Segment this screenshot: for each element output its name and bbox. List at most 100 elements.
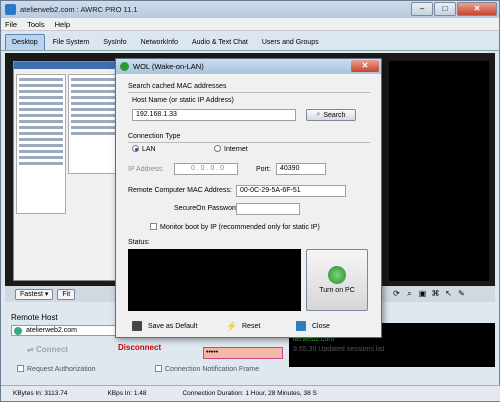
remote-dark-area bbox=[389, 61, 489, 281]
refresh-icon[interactable]: ⟳ bbox=[391, 288, 402, 299]
menu-help[interactable]: Help bbox=[55, 20, 70, 29]
host-name-label: Host Name (or static IP Address) bbox=[132, 97, 234, 104]
remote-window-titlebar bbox=[14, 62, 120, 69]
app-icon bbox=[5, 4, 16, 15]
status-output bbox=[128, 249, 301, 311]
secureon-label: SecureOn Password: bbox=[174, 205, 241, 212]
remote-host-input[interactable]: atelierweb2.com bbox=[11, 325, 126, 336]
turn-on-label: Turn on PC bbox=[319, 287, 355, 294]
quality-value: Fastest bbox=[20, 290, 43, 298]
title-bar: atelierweb2.com : AWRC PRO 11.1 – □ ✕ bbox=[1, 1, 499, 18]
checkbox-icon bbox=[17, 365, 24, 372]
mac-address-label: Remote Computer MAC Address: bbox=[128, 187, 232, 194]
connection-duration: Connection Duration: 1 Hour, 28 Minutes,… bbox=[182, 390, 317, 397]
tab-sysinfo[interactable]: SysInfo bbox=[97, 35, 132, 50]
checkbox-icon bbox=[150, 223, 157, 230]
notification-frame-label: Connection Notification Frame bbox=[165, 366, 260, 373]
notification-frame-checkbox[interactable]: Connection Notification Frame bbox=[155, 365, 259, 373]
lan-label: LAN bbox=[142, 146, 156, 153]
menu-bar: File Tools Help bbox=[1, 18, 499, 31]
secureon-input[interactable] bbox=[236, 203, 300, 215]
tab-users-groups[interactable]: Users and Groups bbox=[256, 35, 325, 50]
connection-type-label: Connection Type bbox=[128, 133, 181, 140]
port-label: Port: bbox=[256, 166, 271, 173]
disconnect-label: Disconnect bbox=[118, 343, 162, 352]
checkbox-icon bbox=[155, 365, 162, 372]
globe-icon bbox=[14, 327, 22, 335]
wol-title: WOL (Wake-on-LAN) bbox=[133, 62, 204, 71]
request-authorization-label: Request Authorization bbox=[27, 366, 96, 373]
quality-select[interactable]: Fastest ▾ bbox=[15, 288, 54, 300]
reset-button[interactable]: ⚡ Reset bbox=[226, 321, 260, 331]
viewer-tool-icons: ⟳ ⌕ ▣ ⌘ ↖ ✎ bbox=[389, 288, 467, 299]
ip-address-input[interactable]: 0 . 0 . 0 . 0 bbox=[174, 163, 238, 175]
exit-icon bbox=[296, 321, 306, 331]
cursor-icon[interactable]: ↖ bbox=[443, 288, 454, 299]
disconnect-button[interactable]: Disconnect bbox=[118, 343, 161, 352]
divider bbox=[128, 142, 370, 143]
ip-address-label: IP Address: bbox=[128, 166, 164, 173]
wol-icon bbox=[120, 62, 129, 71]
tab-file-system[interactable]: File System bbox=[47, 35, 96, 50]
kbytes-in: KBytes In: 3113.74 bbox=[13, 390, 68, 397]
status-label: Status: bbox=[128, 239, 150, 246]
close-label: Close bbox=[312, 322, 330, 330]
ctrl-alt-del-icon[interactable]: ⌘ bbox=[430, 288, 441, 299]
tab-desktop[interactable]: Desktop bbox=[5, 34, 45, 50]
remote-tree-pane bbox=[16, 74, 66, 214]
connect-button[interactable]: ⇌ Connect bbox=[27, 345, 68, 354]
connect-label: Connect bbox=[35, 345, 68, 354]
zoom-icon[interactable]: ⌕ bbox=[404, 288, 415, 299]
minimize-button[interactable]: – bbox=[411, 2, 433, 16]
host-name-input[interactable]: 192.168.1.33 bbox=[132, 109, 296, 121]
chat-icon[interactable]: ✎ bbox=[456, 288, 467, 299]
mac-address-input[interactable]: 00-0C-29-5A-6F-51 bbox=[236, 185, 346, 197]
save-default-button[interactable]: Save as Default bbox=[132, 321, 197, 331]
menu-tools[interactable]: Tools bbox=[27, 20, 45, 29]
tab-audio-text-chat[interactable]: Audio & Text Chat bbox=[186, 35, 254, 50]
power-icon bbox=[328, 266, 346, 284]
maximize-button[interactable]: □ bbox=[434, 2, 456, 16]
search-label: Search bbox=[323, 111, 346, 119]
capture-icon[interactable]: ▣ bbox=[417, 288, 428, 299]
monitor-boot-label: Monitor boot by IP (recommended only for… bbox=[160, 224, 320, 231]
search-button[interactable]: ⌕ Search bbox=[306, 109, 356, 121]
window-controls: – □ ✕ bbox=[410, 2, 497, 16]
password-field[interactable]: ••••• bbox=[203, 347, 283, 359]
internet-label: Internet bbox=[224, 146, 248, 153]
tab-networkinfo[interactable]: NetworkInfo bbox=[135, 35, 184, 50]
wol-titlebar: WOL (Wake-on-LAN) ✕ bbox=[116, 59, 381, 74]
remote-list-pane bbox=[68, 74, 118, 174]
search-cached-label: Search cached MAC addresses bbox=[128, 83, 227, 90]
save-default-label: Save as Default bbox=[148, 322, 198, 330]
connect-icon: ⇌ bbox=[27, 345, 36, 354]
fit-label: Fit bbox=[62, 290, 71, 298]
port-input[interactable]: 40390 bbox=[276, 163, 326, 175]
divider bbox=[128, 92, 370, 93]
remote-host-label: Remote Host bbox=[11, 313, 58, 322]
reset-label: Reset bbox=[242, 322, 261, 330]
internet-radio[interactable]: Internet bbox=[214, 145, 248, 153]
wol-close-button[interactable]: ✕ bbox=[351, 60, 379, 72]
status-bar: KBytes In: 3113.74 KBps In: 1.48 Connect… bbox=[1, 385, 500, 401]
radio-selected-icon bbox=[132, 145, 139, 152]
log-line: 9.55.30 Updated sessions list bbox=[293, 346, 385, 353]
tab-bar: Desktop File System SysInfo NetworkInfo … bbox=[1, 31, 499, 51]
monitor-boot-checkbox[interactable]: Monitor boot by IP (recommended only for… bbox=[150, 223, 320, 231]
fit-button[interactable]: Fit bbox=[57, 288, 76, 300]
request-authorization-checkbox[interactable]: Request Authorization bbox=[17, 365, 96, 373]
lan-radio[interactable]: LAN bbox=[132, 145, 156, 153]
menu-file[interactable]: File bbox=[5, 20, 17, 29]
window-title: atelierweb2.com : AWRC PRO 11.1 bbox=[20, 5, 138, 14]
turn-on-pc-button[interactable]: Turn on PC bbox=[306, 249, 368, 311]
close-button[interactable]: ✕ bbox=[457, 2, 497, 16]
search-icon: ⌕ bbox=[316, 111, 321, 118]
kbps-in: KBps In: 1.48 bbox=[107, 390, 147, 397]
reset-icon: ⚡ bbox=[226, 321, 238, 331]
close-dialog-button[interactable]: Close bbox=[296, 321, 330, 331]
save-icon bbox=[132, 321, 142, 331]
remote-host-value: atelierweb2.com bbox=[26, 327, 77, 334]
wol-dialog: WOL (Wake-on-LAN) ✕ Search cached MAC ad… bbox=[115, 58, 382, 338]
remote-computer-management-window bbox=[13, 61, 121, 281]
radio-icon bbox=[214, 145, 221, 152]
